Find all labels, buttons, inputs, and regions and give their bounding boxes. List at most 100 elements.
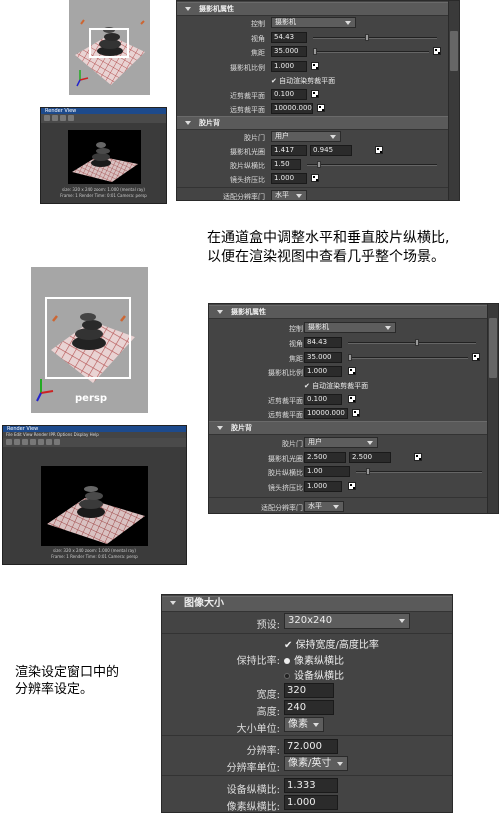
remove-image-icon[interactable] <box>38 439 44 445</box>
map-button-icon[interactable] <box>433 47 441 55</box>
film-aspect-knob[interactable] <box>366 468 371 475</box>
device-aspect-radio[interactable]: 设备纵横比 <box>284 667 344 682</box>
viewport-thumbnail-2: persp <box>31 267 148 413</box>
near-clip-field[interactable]: 0.100 <box>304 394 342 405</box>
section-header-film-back[interactable]: 胶片背 <box>177 116 459 130</box>
ipr-icon[interactable] <box>52 115 58 121</box>
pixel-aspect-ratio-field[interactable]: 1.000 <box>284 795 338 810</box>
film-aspect-slider[interactable] <box>356 468 482 475</box>
focal-slider-knob[interactable] <box>348 354 352 361</box>
lens-squeeze-field[interactable]: 1.000 <box>271 173 307 184</box>
angle-field[interactable]: 84.43 <box>304 337 342 348</box>
device-aspect-ratio-field[interactable]: 1.333 <box>284 778 338 793</box>
check-icon: ✔ <box>271 77 280 85</box>
control-dropdown[interactable]: 摄影机 <box>271 17 356 28</box>
resolution-units-label: 分辨率单位: <box>226 763 280 774</box>
angle-slider-knob[interactable] <box>414 339 419 346</box>
aperture-horizontal-field[interactable]: 1.417 <box>271 145 307 156</box>
resolution-field[interactable]: 72.000 <box>284 739 338 754</box>
section-header-camera-attributes[interactable]: 摄影机属性 <box>209 305 498 319</box>
near-clip-label: 近剪裁平面 <box>230 92 265 100</box>
camera-scale-field[interactable]: 1.000 <box>304 366 342 377</box>
section-header-image-size[interactable]: 图像大小 <box>162 596 452 612</box>
render-icon[interactable] <box>44 115 50 121</box>
film-gate-dropdown[interactable]: 用户 <box>304 437 378 448</box>
aperture-vertical-field[interactable]: 0.945 <box>310 145 352 156</box>
aperture-horizontal-field[interactable]: 2.500 <box>304 452 346 463</box>
map-button-icon[interactable] <box>472 353 480 361</box>
chevron-down-icon <box>385 325 391 330</box>
focal-length-slider[interactable] <box>348 354 468 361</box>
far-clip-field[interactable]: 10000.000 <box>304 408 348 419</box>
film-aspect-field[interactable]: 1.00 <box>304 466 350 477</box>
preset-dropdown[interactable]: 320x240 <box>284 613 410 629</box>
film-aspect-knob[interactable] <box>317 161 322 168</box>
map-button-icon[interactable] <box>348 367 356 375</box>
caption-2: 渲染设定窗口中的 分辨率设定。 <box>15 664 119 698</box>
focal-slider-knob[interactable] <box>313 48 317 55</box>
width-label: 宽度: <box>256 690 280 701</box>
angle-slider[interactable] <box>313 34 437 41</box>
collapse-triangle-icon <box>217 309 223 314</box>
pixel-aspect-radio[interactable]: 像素纵横比 <box>284 652 344 667</box>
scrollbar[interactable] <box>487 304 498 513</box>
scrollbar[interactable] <box>448 1 459 200</box>
focal-length-field[interactable]: 35.000 <box>304 352 342 363</box>
focal-length-field[interactable]: 35.000 <box>271 46 307 57</box>
control-dropdown[interactable]: 摄影机 <box>304 322 396 333</box>
render-icon[interactable] <box>6 439 12 445</box>
aperture-vertical-field[interactable]: 2.500 <box>349 452 391 463</box>
map-button-icon[interactable] <box>352 409 360 417</box>
alpha-icon[interactable] <box>54 439 60 445</box>
divider <box>162 633 452 634</box>
map-button-icon[interactable] <box>375 146 383 154</box>
film-aspect-slider[interactable] <box>307 161 437 168</box>
render-view-window-2: Render View File Edit View Render IPR Op… <box>2 425 187 565</box>
viewport-thumbnail-1 <box>69 0 150 95</box>
near-clip-field[interactable]: 0.100 <box>271 89 307 100</box>
keep-image-icon[interactable] <box>30 439 36 445</box>
resolution-units-dropdown[interactable]: 像素/英寸 <box>284 756 348 771</box>
width-field[interactable]: 320 <box>284 683 334 698</box>
film-aspect-field[interactable]: 1.50 <box>271 159 301 170</box>
section-header-camera-attributes[interactable]: 摄影机属性 <box>177 2 459 16</box>
scrollbar-thumb[interactable] <box>489 318 497 378</box>
map-button-icon[interactable] <box>414 453 422 461</box>
map-button-icon[interactable] <box>311 62 319 70</box>
resolution-gate-frame <box>89 28 129 58</box>
section-header-film-back[interactable]: 胶片背 <box>209 421 498 435</box>
map-button-icon[interactable] <box>348 395 356 403</box>
divider <box>162 775 452 776</box>
keep-image-icon[interactable] <box>68 115 74 121</box>
ipr-icon[interactable] <box>14 439 20 445</box>
attribute-panel-1: 摄影机属性 控制 摄影机 视角 54.43 焦距 35.000 摄影机比例 1.… <box>176 0 460 201</box>
size-units-dropdown[interactable]: 像素 <box>284 717 324 732</box>
fit-gate-value: 水平 <box>308 502 322 510</box>
snapshot-icon[interactable] <box>60 115 66 121</box>
image-size-panel: 图像大小 预设: 320x240 ✔ 保持宽度/高度比率 保持比率: 像素纵横比… <box>161 594 453 813</box>
check-icon: ✔ <box>284 640 296 651</box>
fit-resolution-gate-dropdown[interactable]: 水平 <box>304 501 344 512</box>
keep-ratio-checkbox[interactable]: ✔ 保持宽度/高度比率 <box>284 636 379 651</box>
section-title: 摄影机属性 <box>231 308 266 316</box>
map-button-icon[interactable] <box>311 90 319 98</box>
map-button-icon[interactable] <box>317 104 325 112</box>
snapshot-icon[interactable] <box>22 439 28 445</box>
fit-resolution-gate-dropdown[interactable]: 水平 <box>271 190 307 201</box>
height-field[interactable]: 240 <box>284 700 334 715</box>
angle-field[interactable]: 54.43 <box>271 32 307 43</box>
scrollbar-thumb[interactable] <box>450 31 458 71</box>
focal-length-slider[interactable] <box>313 48 429 55</box>
camera-scale-field[interactable]: 1.000 <box>271 61 307 72</box>
auto-clip-checkbox[interactable]: ✔ 自动渲染剪裁平面 <box>304 381 368 391</box>
map-button-icon[interactable] <box>311 174 319 182</box>
rgb-icon[interactable] <box>46 439 52 445</box>
divider <box>209 497 498 498</box>
auto-clip-checkbox[interactable]: ✔ 自动渲染剪裁平面 <box>271 76 335 86</box>
film-gate-dropdown[interactable]: 用户 <box>271 131 341 142</box>
far-clip-field[interactable]: 10000.000 <box>271 103 313 114</box>
angle-slider-knob[interactable] <box>365 34 370 41</box>
angle-slider[interactable] <box>348 339 476 346</box>
map-button-icon[interactable] <box>348 482 356 490</box>
lens-squeeze-field[interactable]: 1.000 <box>304 481 342 492</box>
